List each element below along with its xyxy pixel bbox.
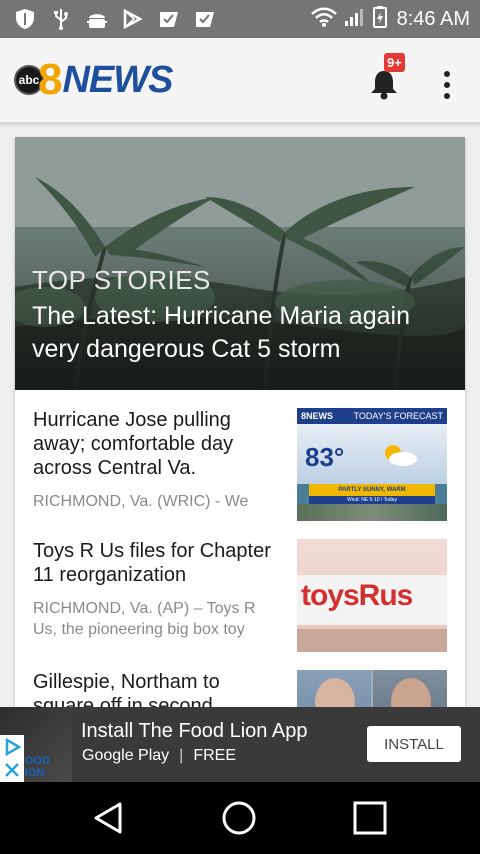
toys-r-us-sign: toysRus bbox=[301, 579, 413, 612]
forecast-caption: PARTLY SUNNY, WARM bbox=[309, 484, 435, 496]
top-stories-card: TOP STORIES The Latest: Hurricane Maria … bbox=[15, 137, 465, 717]
list-item[interactable]: Hurricane Jose pulling away; comfortable… bbox=[15, 408, 465, 534]
toys-r-us-thumbnail: toysRus bbox=[297, 539, 447, 652]
story-snippet: RICHMOND, Va. (AP) – Toys R Us, the pion… bbox=[33, 600, 256, 638]
check-bookmark-icon bbox=[194, 8, 216, 30]
ad-brand: FOOD LION bbox=[18, 755, 50, 779]
usb-icon bbox=[50, 8, 72, 30]
section-label: TOP STORIES bbox=[32, 265, 211, 295]
forecast-banner: 8NEWS TODAY'S FORECAST bbox=[297, 408, 447, 424]
close-icon[interactable] bbox=[0, 759, 24, 782]
forecast-temperature: 83° bbox=[305, 442, 345, 472]
status-bar: 8:46 AM bbox=[0, 0, 480, 38]
install-button[interactable]: INSTALL bbox=[367, 726, 461, 762]
system-icons: 8:46 AM bbox=[310, 5, 470, 33]
story-snippet: RICHMOND, Va. (WRIC) - We bbox=[33, 493, 249, 510]
back-icon[interactable] bbox=[90, 800, 126, 836]
hero-story[interactable]: TOP STORIES The Latest: Hurricane Maria … bbox=[15, 137, 465, 390]
play-store-icon bbox=[122, 8, 144, 30]
app-logo[interactable]: abc 8 NEWS bbox=[14, 55, 173, 104]
android-debug-icon bbox=[86, 8, 108, 30]
story-title: Hurricane Jose pulling away; comfortable… bbox=[33, 409, 234, 479]
logo-channel-number: 8 bbox=[38, 55, 63, 104]
notification-count-badge: 9+ bbox=[384, 53, 405, 72]
wifi-icon bbox=[310, 7, 337, 32]
forecast-banner-station: 8NEWS bbox=[301, 411, 334, 421]
forecast-subcaption: Wind: NE 5-10 / Today bbox=[309, 496, 435, 504]
more-options-icon[interactable] bbox=[438, 68, 456, 102]
ad-subtitle: Google Play | FREE bbox=[82, 747, 236, 765]
forecast-banner-title: TODAY'S FORECAST bbox=[353, 411, 443, 421]
clock: 8:46 AM bbox=[396, 7, 470, 30]
list-item[interactable]: Toys R Us files for Chapter 11 reorganiz… bbox=[15, 539, 465, 665]
logo-wordmark: NEWS bbox=[62, 59, 173, 101]
google-play-label: Google Play bbox=[82, 747, 170, 764]
ad-title: Install The Food Lion App bbox=[81, 720, 308, 742]
story-title: Toys R Us files for Chapter 11 reorganiz… bbox=[33, 540, 271, 586]
ad-price: FREE bbox=[193, 747, 236, 764]
recents-icon[interactable] bbox=[352, 800, 388, 836]
shield-icon bbox=[14, 8, 36, 30]
battery-icon bbox=[372, 5, 387, 33]
ad-separator: | bbox=[179, 747, 184, 764]
system-nav-bar bbox=[0, 782, 480, 854]
notification-icons bbox=[14, 8, 216, 30]
home-icon[interactable] bbox=[221, 800, 257, 836]
hero-headline: The Latest: Hurricane Maria again very d… bbox=[32, 302, 410, 363]
app-bar: abc 8 NEWS 9+ bbox=[0, 38, 480, 123]
partly-sunny-icon bbox=[379, 442, 419, 473]
check-bookmark-icon bbox=[158, 8, 180, 30]
forecast-thumbnail: 8NEWS TODAY'S FORECAST 83° PARTLY SUNNY,… bbox=[297, 408, 447, 521]
signal-icon bbox=[343, 7, 367, 32]
ad-banner[interactable]: FOOD LION Install The Food Lion App Goog… bbox=[0, 707, 480, 782]
ad-choices-icon[interactable] bbox=[0, 735, 24, 759]
